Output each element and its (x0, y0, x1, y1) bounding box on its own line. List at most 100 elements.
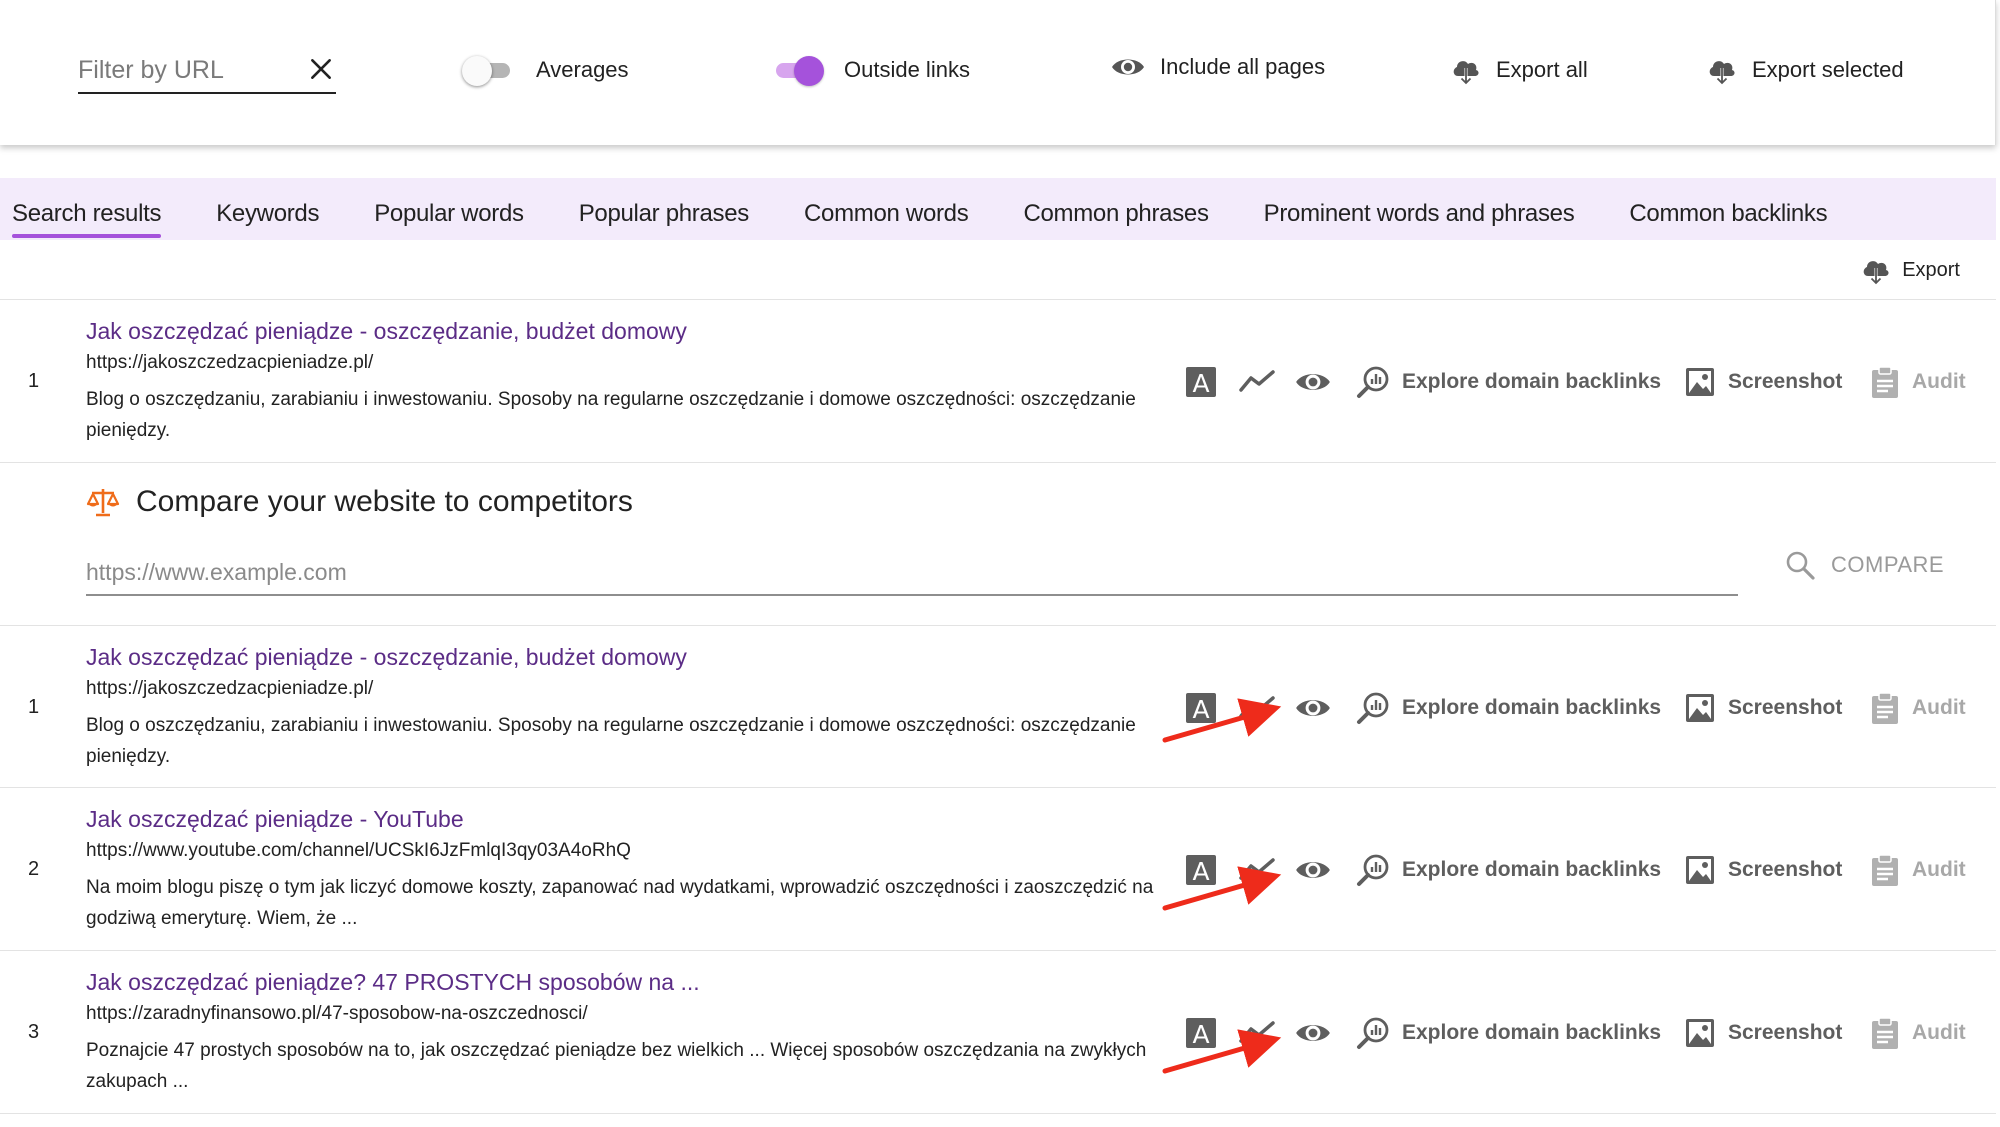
audit-label: Audit (1912, 858, 1966, 881)
audit-button[interactable]: Audit (1870, 1013, 1966, 1053)
eye-icon (1296, 862, 1330, 878)
export-selected-button[interactable]: Export selected (1706, 54, 1904, 86)
analyze-a-button[interactable]: A (1184, 1013, 1218, 1053)
tab-common-backlinks[interactable]: Common backlinks (1629, 178, 1827, 240)
letter-a-icon: A (1186, 367, 1216, 398)
result-row: 3 Jak oszczędzać pieniądze? 47 PROSTYCH … (0, 951, 1996, 1113)
image-icon (1686, 694, 1714, 722)
screenshot-label: Screenshot (1728, 696, 1843, 719)
screenshot-button[interactable]: Screenshot (1684, 688, 1842, 728)
letter-a-icon: A (1186, 1018, 1216, 1049)
compare-url-field (86, 552, 1738, 596)
view-page-button[interactable] (1294, 688, 1332, 728)
magnifier-chart-icon (1357, 366, 1389, 398)
analyze-a-button[interactable]: A (1184, 688, 1218, 728)
clear-filter-icon[interactable] (308, 56, 334, 82)
tab-popular-phrases[interactable]: Popular phrases (579, 178, 750, 240)
screenshot-button[interactable]: Screenshot (1684, 850, 1842, 890)
result-url: https://www.youtube.com/channel/UCSkI6Jz… (86, 840, 631, 861)
export-label: Export (1902, 258, 1960, 281)
tab-search-results[interactable]: Search results (12, 178, 162, 240)
magnifier-chart-icon (1357, 854, 1389, 886)
letter-a-icon: A (1186, 855, 1216, 886)
search-icon (1786, 551, 1815, 580)
audit-label: Audit (1912, 696, 1966, 719)
result-title-link[interactable]: Jak oszczędzać pieniądze - YouTube (86, 806, 464, 833)
compare-title-text: Compare your website to competitors (136, 485, 633, 518)
filter-url-input[interactable] (78, 52, 278, 88)
explore-domain-backlinks-button[interactable]: Explore domain backlinks (1356, 688, 1661, 728)
explore-domain-backlinks-label: Explore domain backlinks (1402, 1021, 1662, 1044)
screenshot-label: Screenshot (1728, 1021, 1843, 1044)
scales-icon (86, 489, 120, 517)
image-icon (1686, 856, 1714, 884)
image-icon (1686, 1019, 1714, 1047)
eye-icon (1296, 1025, 1330, 1041)
outside-links-toggle-group: Outside links (770, 54, 970, 86)
image-icon (1686, 368, 1714, 396)
outside-links-toggle[interactable] (770, 54, 824, 86)
trend-button[interactable] (1238, 1013, 1276, 1053)
trend-line-icon (1239, 1021, 1275, 1043)
tab-common-phrases[interactable]: Common phrases (1023, 178, 1209, 240)
cloud-download-icon (1863, 261, 1889, 286)
svg-text:A: A (1192, 695, 1209, 724)
averages-toggle-group: Averages (462, 54, 629, 86)
eye-icon (1112, 59, 1144, 75)
export-all-button[interactable]: Export all (1450, 54, 1588, 86)
audit-button[interactable]: Audit (1870, 850, 1966, 890)
export-all-label: Export all (1496, 57, 1588, 82)
result-row: 2 Jak oszczędzać pieniądze - YouTube htt… (0, 788, 1996, 950)
screenshot-button[interactable]: Screenshot (1684, 362, 1842, 402)
explore-domain-backlinks-label: Explore domain backlinks (1402, 370, 1662, 393)
result-title-link[interactable]: Jak oszczędzać pieniądze - oszczędzanie,… (86, 318, 687, 345)
screenshot-button[interactable]: Screenshot (1684, 1013, 1842, 1053)
result-title-link[interactable]: Jak oszczędzać pieniądze - oszczędzanie,… (86, 644, 687, 671)
letter-a-icon: A (1186, 693, 1216, 724)
view-page-button[interactable] (1294, 1013, 1332, 1053)
explore-domain-backlinks-button[interactable]: Explore domain backlinks (1356, 362, 1661, 402)
result-url: https://zaradnyfinansowo.pl/47-sposobow-… (86, 1003, 588, 1024)
eye-icon (1296, 374, 1330, 390)
analyze-a-button[interactable]: A (1184, 850, 1218, 890)
averages-toggle[interactable] (462, 54, 514, 86)
svg-text:A: A (1192, 1020, 1209, 1049)
compare-url-input[interactable] (86, 552, 1738, 592)
filter-by-url (78, 52, 336, 94)
tab-prominent-words-and-phrases[interactable]: Prominent words and phrases (1264, 178, 1575, 240)
explore-domain-backlinks-button[interactable]: Explore domain backlinks (1356, 1013, 1661, 1053)
include-all-pages-button[interactable]: Include all pages (1110, 54, 1325, 80)
trend-line-icon (1239, 858, 1275, 880)
explore-domain-backlinks-label: Explore domain backlinks (1402, 696, 1662, 719)
trend-button[interactable] (1238, 362, 1276, 402)
tab-common-words[interactable]: Common words (804, 178, 969, 240)
analyze-a-button[interactable]: A (1184, 362, 1218, 402)
view-page-button[interactable] (1294, 362, 1332, 402)
explore-domain-backlinks-button[interactable]: Explore domain backlinks (1356, 850, 1661, 890)
compare-section-title: Compare your website to competitors (86, 485, 633, 519)
divider (0, 462, 1996, 463)
compare-button[interactable]: COMPARE (1785, 550, 1944, 580)
result-description: Blog o oszczędzaniu, zarabianiu i inwest… (86, 389, 1136, 441)
view-page-button[interactable] (1294, 850, 1332, 890)
tab-keywords[interactable]: Keywords (216, 178, 319, 240)
export-selected-label: Export selected (1752, 57, 1904, 82)
tab-popular-words[interactable]: Popular words (374, 178, 524, 240)
trend-button[interactable] (1238, 850, 1276, 890)
include-all-pages-label: Include all pages (1160, 54, 1326, 79)
audit-label: Audit (1912, 370, 1966, 393)
export-button[interactable]: Export (1860, 254, 1960, 286)
svg-text:A: A (1192, 857, 1209, 886)
explore-domain-backlinks-label: Explore domain backlinks (1402, 858, 1662, 881)
magnifier-chart-icon (1357, 1017, 1389, 1049)
clipboard-icon (1872, 692, 1898, 724)
top-toolbar: Averages Outside links Include all pages… (0, 0, 1996, 145)
audit-button[interactable]: Audit (1870, 688, 1966, 728)
trend-button[interactable] (1238, 688, 1276, 728)
cloud-download-icon (1453, 61, 1479, 86)
eye-icon (1296, 700, 1330, 716)
result-rank: 3 (28, 1021, 40, 1043)
trend-line-icon (1239, 696, 1275, 718)
audit-button[interactable]: Audit (1870, 362, 1966, 402)
result-title-link[interactable]: Jak oszczędzać pieniądze? 47 PROSTYCH sp… (86, 969, 700, 996)
